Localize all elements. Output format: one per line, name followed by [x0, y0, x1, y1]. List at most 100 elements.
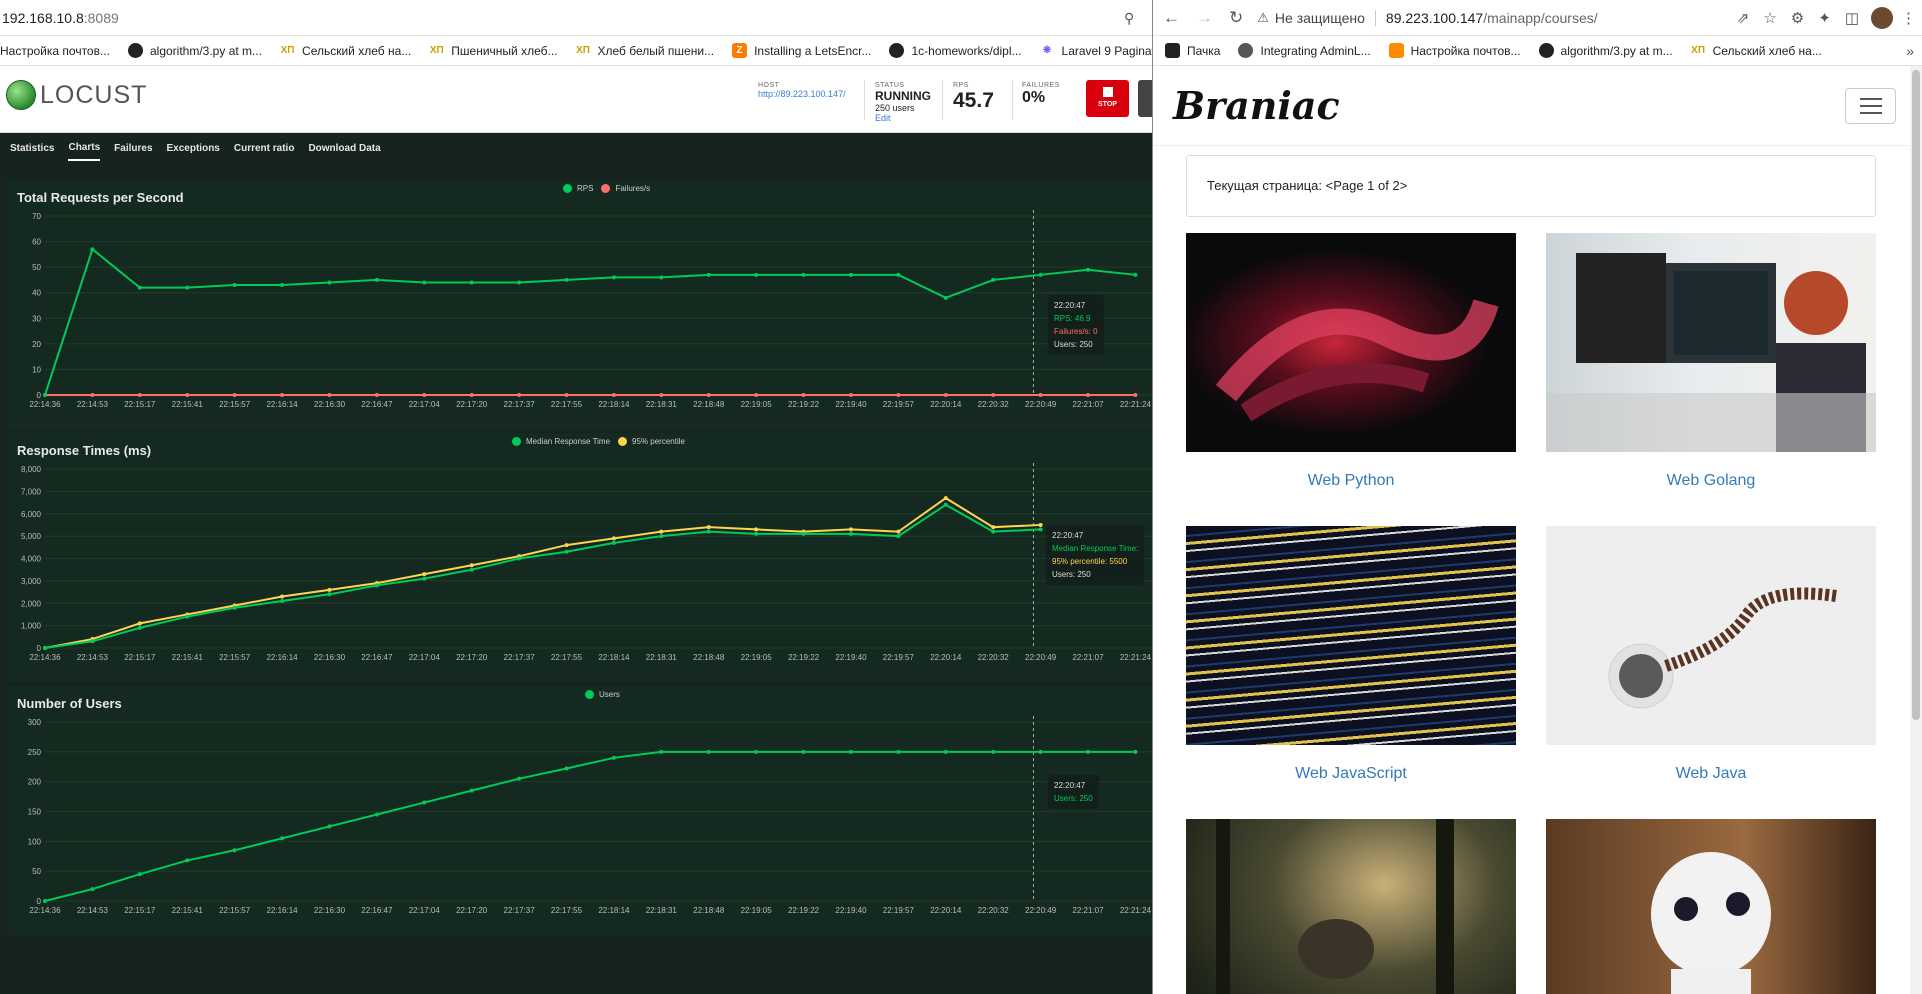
x-tick-label: 22:18:31 [646, 653, 678, 662]
course-title[interactable]: Web Java [1546, 765, 1876, 783]
y-tick-label: 6,000 [21, 510, 42, 519]
data-point [232, 605, 237, 610]
reload-icon[interactable]: ↻ [1229, 8, 1243, 28]
legend-label[interactable]: Users [599, 690, 620, 699]
tab-exceptions[interactable]: Exceptions [167, 137, 220, 160]
address-bar[interactable]: 192.168.10.8:8089 ⚲ [0, 0, 1152, 36]
y-tick-label: 0 [37, 391, 42, 400]
bookmark-item[interactable]: ХП Сельский хлеб на... [280, 43, 412, 58]
y-tick-label: 200 [28, 778, 42, 787]
xp-icon: ХП [1691, 45, 1706, 56]
share-icon[interactable]: ⇗ [1737, 9, 1750, 27]
course-card[interactable]: Web Golang [1546, 233, 1876, 490]
y-tick-label: 50 [32, 867, 41, 876]
avatar[interactable] [1871, 6, 1893, 29]
address-bar[interactable]: ← → ↻ ⚠ Не защищено 89.223.100.147/maina… [1153, 0, 1922, 36]
menu-icon[interactable]: ⋮ [1901, 9, 1916, 27]
data-point [611, 540, 616, 545]
course-image[interactable] [1186, 526, 1516, 745]
data-point [137, 625, 142, 630]
y-tick-label: 1,000 [21, 622, 42, 631]
x-tick-label: 22:16:14 [266, 400, 298, 409]
x-tick-label: 22:17:37 [504, 653, 536, 662]
bookmark-item[interactable]: Integrating AdminL... [1238, 43, 1371, 58]
legend-label[interactable]: RPS [577, 184, 593, 193]
bookmark-item[interactable]: ❋ Laravel 9 Paginat [1040, 43, 1152, 58]
stop-button[interactable]: STOP [1086, 80, 1129, 117]
github-icon [127, 43, 143, 58]
bookmark-item[interactable]: Настройка почтов... [0, 44, 110, 58]
bookmark-item[interactable]: 1c-homeworks/dipl... [889, 43, 1022, 58]
bookmark-item[interactable]: ХП Пшеничный хлеб... [429, 43, 558, 58]
course-title[interactable]: Web Python [1186, 472, 1516, 490]
legend-label[interactable]: Median Response Time [526, 437, 610, 446]
data-point [896, 529, 901, 534]
course-image[interactable] [1186, 819, 1516, 994]
x-tick-label: 22:16:14 [266, 653, 298, 662]
course-image[interactable] [1546, 526, 1876, 745]
bookmark-item[interactable]: Пачка [1165, 43, 1220, 58]
back-icon[interactable]: ← [1163, 8, 1180, 28]
legend-label[interactable]: 95% percentile [632, 437, 685, 446]
course-card[interactable]: Web JavaScript [1186, 526, 1516, 783]
tab-current-ratio[interactable]: Current ratio [234, 137, 295, 160]
course-image[interactable] [1186, 233, 1516, 452]
course-card[interactable] [1546, 819, 1876, 994]
host-link[interactable]: http://89.223.100.147/ [758, 89, 846, 99]
x-tick-label: 22:19:57 [883, 653, 915, 662]
site-brand[interactable]: Braniac [1173, 83, 1340, 128]
x-tick-label: 22:15:17 [124, 400, 156, 409]
tab-download-data[interactable]: Download Data [308, 137, 380, 160]
url-port: :8089 [83, 9, 119, 26]
bookmark-item[interactable]: ХП Хлеб белый пшени... [576, 43, 714, 58]
x-tick-label: 22:19:22 [788, 906, 820, 915]
security-warning[interactable]: Не защищено [1275, 10, 1365, 26]
data-point [327, 393, 332, 397]
course-card[interactable]: Web Python [1186, 233, 1516, 490]
data-point [896, 749, 901, 754]
hamburger-menu-button[interactable] [1845, 87, 1896, 124]
data-point [848, 527, 853, 532]
legend-label[interactable]: Failures/s [615, 184, 650, 193]
chart-legend: Median Response Time 95% percentile [504, 437, 685, 446]
tab-charts[interactable]: Charts [68, 136, 101, 161]
course-title[interactable]: Web JavaScript [1186, 765, 1516, 783]
sidepanel-icon[interactable]: ◫ [1845, 9, 1859, 27]
scrollbar-thumb[interactable] [1912, 70, 1920, 720]
page-scrollbar[interactable] [1910, 66, 1922, 994]
course-card[interactable] [1186, 819, 1516, 994]
y-tick-label: 2,000 [21, 599, 42, 608]
y-tick-label: 3,000 [21, 577, 42, 586]
edit-link[interactable]: Edit [875, 113, 931, 123]
data-point [137, 872, 142, 877]
course-image[interactable] [1546, 819, 1876, 994]
legend-dot [512, 437, 521, 446]
x-tick-label: 22:14:53 [77, 906, 109, 915]
data-point [564, 393, 569, 397]
x-tick-label: 22:17:20 [456, 400, 488, 409]
bookmark-item[interactable]: algorithm/3.py at m... [1538, 43, 1673, 58]
extension-gear-icon[interactable]: ⚙ [1791, 9, 1804, 27]
bookmark-item[interactable]: algorithm/3.py at m... [127, 43, 262, 58]
extensions-icon[interactable]: ✦ [1818, 9, 1831, 27]
search-icon[interactable]: ⚲ [1124, 10, 1134, 27]
data-point [43, 646, 47, 650]
tab-failures[interactable]: Failures [114, 137, 152, 160]
reset-button[interactable] [1138, 80, 1152, 117]
bookmark-item[interactable]: ХП Сельский хлеб на... [1691, 43, 1822, 58]
forward-icon[interactable]: → [1196, 8, 1213, 28]
course-title[interactable]: Web Golang [1546, 472, 1876, 490]
data-point [706, 529, 711, 534]
data-point [1038, 749, 1043, 754]
course-image[interactable] [1546, 233, 1876, 452]
bookmark-item[interactable]: Настройка почтов... [1388, 43, 1521, 58]
data-point [991, 749, 996, 754]
tab-statistics[interactable]: Statistics [10, 137, 54, 160]
site-navbar: Braniac [1153, 66, 1922, 146]
bookmarks-more-icon[interactable]: » [1906, 43, 1914, 59]
bookmark-item[interactable]: Z Installing a LetsEncr... [732, 43, 871, 58]
mail-icon [1388, 43, 1404, 58]
star-icon[interactable]: ☆ [1763, 9, 1776, 27]
course-card[interactable]: Web Java [1546, 526, 1876, 783]
y-tick-label: 300 [28, 718, 42, 727]
